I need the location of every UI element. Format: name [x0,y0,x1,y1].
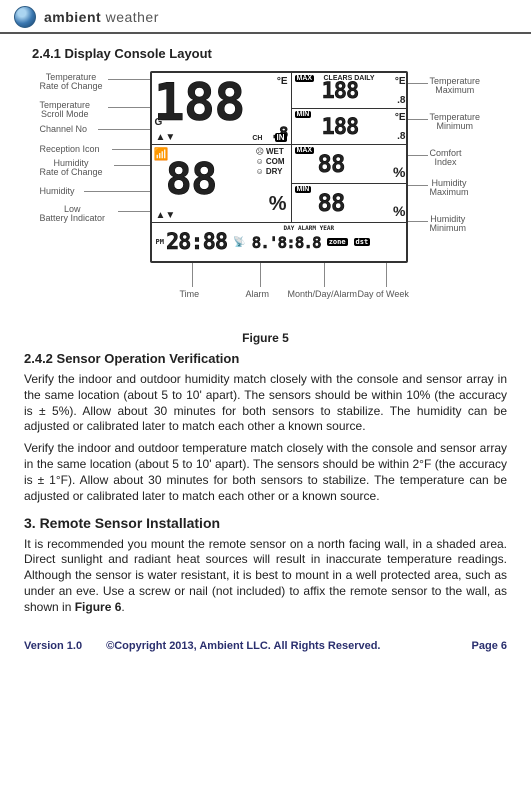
temp-max-unit: E [395,76,406,87]
callout-dow: Day of Week [358,289,409,299]
hum-main-digits: 88 [166,157,217,203]
callout-reception: Reception Icon [40,145,100,154]
min-badge: MIN [295,111,312,118]
scroll-g: G [155,117,163,128]
callout-comfort: ComfortIndex [430,149,462,168]
hum-min-badge: MIN [295,186,312,193]
pm-label: PM [156,238,164,246]
hum-main-pct: % [269,193,287,216]
figure-diagram: 188 E .8 ▲▼ G IN CH MAX CLEARS DAILY 188 [36,67,496,327]
max-badge: MAX [295,75,315,82]
display-console: 188 E .8 ▲▼ G IN CH MAX CLEARS DAILY 188 [150,71,408,263]
in-badge: IN [275,133,287,142]
time-digits: 28:88 [166,230,227,255]
header: ambient weather [0,0,531,34]
ch-label: CH [252,135,262,142]
brand-text: ambient weather [44,9,159,25]
figure-5: 188 E .8 ▲▼ G IN CH MAX CLEARS DAILY 188 [24,67,507,345]
callout-temp-scroll: TemperatureScroll Mode [40,101,91,120]
page-content: 2.4.1 Display Console Layout 188 E .8 ▲▼… [0,34,531,632]
callout-humidity: Humidity [40,187,75,196]
md-label: DAY ALARM YEAR [284,225,335,232]
footer-version: Version 1.0 [24,640,82,652]
temp-min-unit: E [395,112,406,123]
footer-page: Page 6 [472,640,507,652]
dst-badge: dst [354,238,371,246]
callout-hum-max: HumidityMaximum [430,179,469,198]
footer: Version 1.0 ©Copyright 2013, Ambient LLC… [0,632,531,662]
callout-mda: Month/Day/Alarm [288,289,358,299]
hum-min-digits: 88 [318,189,345,217]
trend-arrows-icon: ▲▼ [156,132,176,143]
callout-temp-max: TemperatureMaximum [430,77,481,96]
comfort-faces: ☹ WET ☺ COM ☺ DRY [256,147,285,177]
callout-temp-rate: TemperatureRate of Change [40,73,103,92]
hum-max-digits: 88 [318,150,345,178]
zone-badge: zone [327,238,348,246]
section-3-title: 3. Remote Sensor Installation [24,515,507,531]
callout-channel: Channel No [40,125,88,134]
temp-min-digits: 188 [322,115,359,140]
callout-hum-rate: HumidityRate of Change [40,159,103,178]
callout-temp-min: TemperatureMinimum [430,113,481,132]
wet-label: WET [266,147,284,157]
temp-min-dec: .8 [397,131,405,142]
brand-word-2: weather [106,9,159,25]
callout-hum-min: HumidityMinimum [430,215,467,234]
callout-alarm: Alarm [246,289,270,299]
callout-time: Time [180,289,200,299]
footer-copyright: ©Copyright 2013, Ambient LLC. All Rights… [106,640,380,652]
section-2-4-1-title: 2.4.1 Display Console Layout [32,46,507,61]
callout-low-batt: LowBattery Indicator [40,205,106,224]
temp-main-digits: 188 [154,73,245,133]
figure-5-caption: Figure 5 [24,331,507,345]
dry-label: DRY [266,167,283,177]
temp-max-digits: 188 [322,79,359,104]
com-label: COM [266,157,285,167]
temp-max-dec: .8 [397,95,405,106]
brand-word-1: ambient [44,9,101,25]
hum-trend-arrows-icon: ▲▼ [156,210,176,221]
para-remote-install-end: . [121,600,124,614]
hum-max-badge: MAX [295,147,315,154]
hum-max-pct: % [393,164,405,180]
figure-6-ref: Figure 6 [75,600,122,614]
temp-unit: E [277,76,288,87]
hum-min-pct: % [393,203,405,219]
md-digits: 8.'8:8.8 [252,233,321,252]
para-remote-install: It is recommended you mount the remote s… [24,537,507,616]
para-verify-humidity: Verify the indoor and outdoor humidity m… [24,372,507,435]
brand-logo-icon [14,6,36,28]
section-2-4-2-title: 2.4.2 Sensor Operation Verification [24,351,507,366]
alarm-icon: 📡 [233,237,245,248]
para-verify-temp: Verify the indoor and outdoor temperatur… [24,441,507,504]
